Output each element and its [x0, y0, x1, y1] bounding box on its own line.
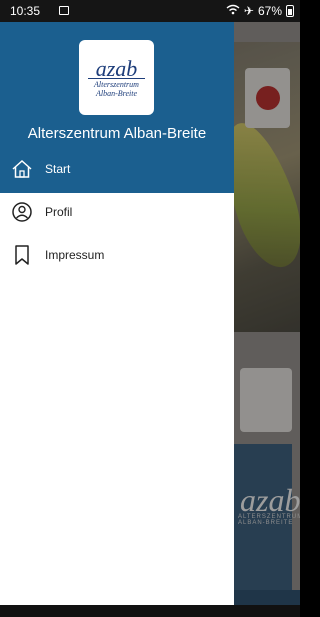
logo-subtitle-line1: Alterszentrum: [94, 80, 139, 89]
menu-item-impressum-label: Impressum: [45, 248, 105, 262]
bookmark-icon: [11, 244, 33, 266]
airplane-mode-icon: ✈: [243, 4, 254, 18]
battery-percent: 67%: [257, 4, 282, 18]
message-notification-icon: [59, 6, 69, 15]
status-bar: 10:35 ✈ 67%: [0, 0, 300, 22]
status-icons: ✈ 67%: [226, 4, 294, 18]
menu-item-profil-label: Profil: [45, 205, 73, 219]
menu-item-impressum[interactable]: Impressum: [0, 234, 234, 276]
home-icon: [11, 158, 33, 180]
drawer-title: Alterszentrum Alban-Breite: [27, 125, 207, 142]
logo-subtitle-line2: Alban-Breite: [95, 89, 138, 98]
system-navigation-bar: [0, 605, 300, 617]
logo-divider: [88, 78, 145, 79]
menu-item-start[interactable]: Start: [0, 148, 234, 190]
status-time: 10:35: [10, 4, 41, 18]
menu-item-start-label: Start: [45, 162, 71, 176]
user-circle-icon: [11, 201, 33, 223]
menu-item-profil[interactable]: Profil: [0, 191, 234, 233]
battery-icon: [286, 5, 294, 17]
azab-logo: azab Alterszentrum Alban-Breite: [79, 40, 154, 115]
screen: azab ALTERSZENTRUM ALBAN-BREITE 10:35 ✈ …: [0, 0, 300, 617]
wifi-icon: [226, 4, 240, 18]
navigation-drawer: azab Alterszentrum Alban-Breite Altersze…: [0, 22, 234, 617]
